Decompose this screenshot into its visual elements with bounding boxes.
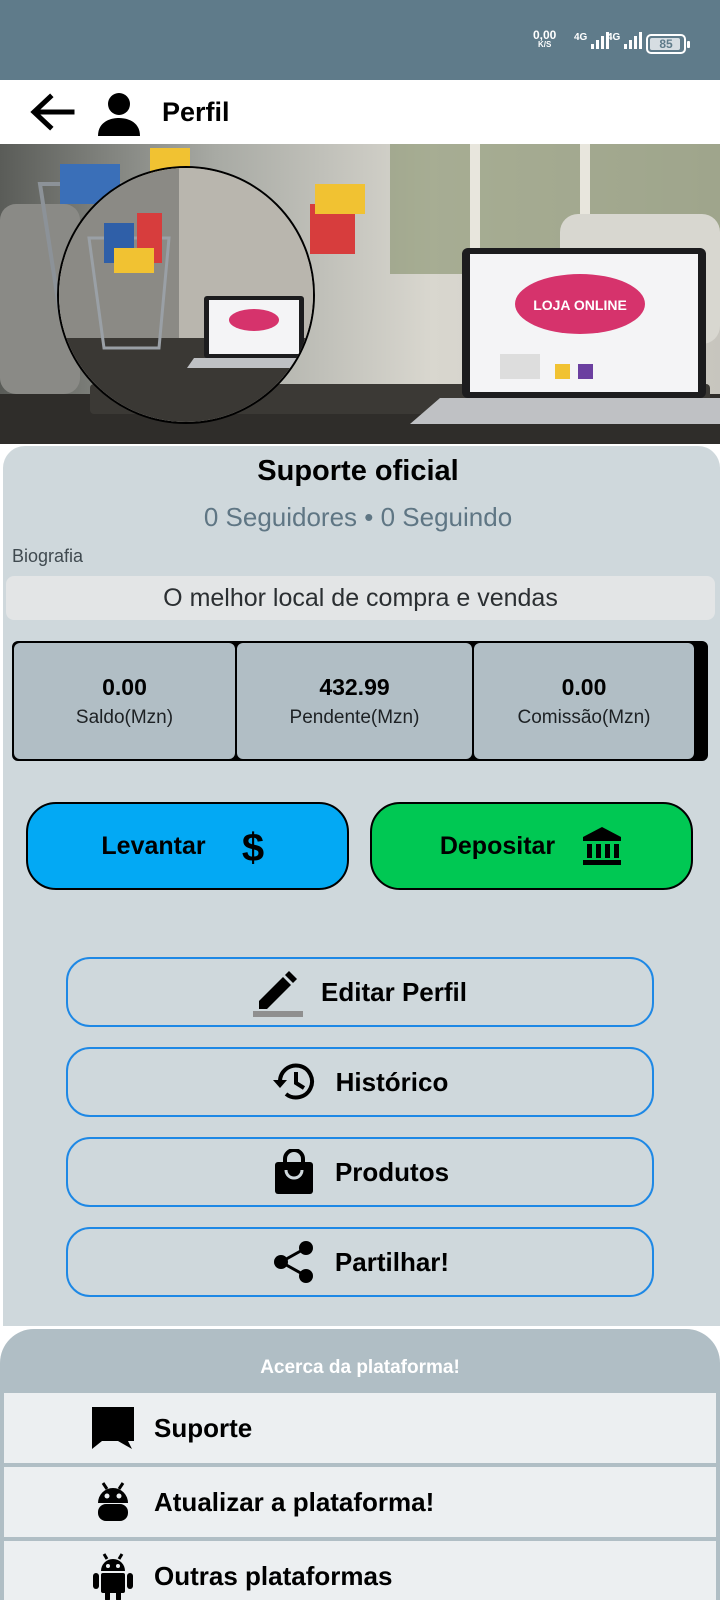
- page-title: Perfil: [162, 97, 230, 127]
- signal-sim2-label: 4G: [607, 32, 621, 43]
- avatar[interactable]: [57, 166, 315, 424]
- bio-text: O melhor local de compra e vendas: [6, 576, 715, 620]
- stat-label: Pendente(Mzn): [289, 706, 420, 728]
- signal-sim1-label: 4G: [574, 32, 588, 43]
- battery-icon: 85: [646, 34, 690, 54]
- stat-balance: 0.00 Saldo(Mzn): [14, 643, 235, 759]
- app-bar: Perfil: [0, 80, 720, 144]
- person-icon: [98, 93, 140, 136]
- stat-pending: 432.99 Pendente(Mzn): [237, 643, 472, 759]
- withdraw-label: Levantar: [101, 831, 206, 860]
- stat-value: 0.00: [102, 673, 147, 700]
- balance-stats: 0.00 Saldo(Mzn) 432.99 Pendente(Mzn) 0.0…: [12, 641, 708, 761]
- support-item[interactable]: Suporte: [4, 1393, 716, 1463]
- status-bar: 0,00 K/S 4G 4G 85: [0, 0, 720, 80]
- products-button[interactable]: Produtos: [66, 1137, 654, 1207]
- edit-icon: [253, 971, 304, 1017]
- battery-level: 85: [659, 37, 673, 51]
- android-icon: [98, 1482, 128, 1521]
- svg-text:$: $: [241, 826, 263, 867]
- share-icon: [273, 1241, 313, 1283]
- menu-label: Produtos: [334, 1156, 450, 1187]
- arrow-back-icon[interactable]: [28, 92, 76, 132]
- about-item-label: Atualizar a plataforma!: [154, 1486, 435, 1517]
- bank-icon: [583, 827, 622, 865]
- android-icon: [93, 1553, 133, 1600]
- withdraw-button[interactable]: Levantar $: [26, 802, 349, 890]
- stat-label: Comissão(Mzn): [517, 706, 651, 728]
- stat-value: 432.99: [319, 673, 390, 700]
- about-item-label: Outras plataformas: [154, 1560, 393, 1591]
- stat-label: Saldo(Mzn): [75, 706, 174, 728]
- menu-label: Histórico: [335, 1066, 449, 1097]
- deposit-button[interactable]: Depositar: [370, 802, 693, 890]
- bio-label: Biografia: [12, 546, 84, 566]
- dollar-icon: $: [241, 826, 263, 867]
- signal-sim1-icon: 4G: [574, 32, 610, 49]
- menu-label: Partilhar!: [334, 1246, 450, 1277]
- chat-icon: [92, 1407, 134, 1449]
- about-title: Acerca da plataforma!: [260, 1357, 460, 1378]
- network-speed: 0,00 K/S: [533, 28, 557, 49]
- profile-name: Suporte oficial: [257, 455, 459, 487]
- history-icon: [272, 1063, 314, 1100]
- share-button[interactable]: Partilhar!: [66, 1227, 654, 1297]
- other-platforms-item[interactable]: Outras plataformas: [4, 1541, 716, 1600]
- edit-profile-button[interactable]: Editar Perfil: [66, 957, 654, 1027]
- shopping-bag-icon: [274, 1149, 313, 1194]
- follow-counts[interactable]: 0 Seguidores • 0 Seguindo: [0, 502, 716, 533]
- network-speed-value: 0,00: [533, 28, 557, 42]
- history-button[interactable]: Histórico: [66, 1047, 654, 1117]
- stat-commission: 0.00 Comissão(Mzn): [474, 643, 694, 759]
- menu-label: Editar Perfil: [321, 976, 467, 1007]
- about-item-label: Suporte: [154, 1412, 253, 1443]
- deposit-label: Depositar: [439, 831, 556, 860]
- laptop-screen-text: LOJA ONLINE: [533, 297, 627, 313]
- update-platform-item[interactable]: Atualizar a plataforma!: [4, 1467, 716, 1537]
- stat-value: 0.00: [561, 673, 607, 700]
- signal-sim2-icon: 4G: [607, 32, 643, 49]
